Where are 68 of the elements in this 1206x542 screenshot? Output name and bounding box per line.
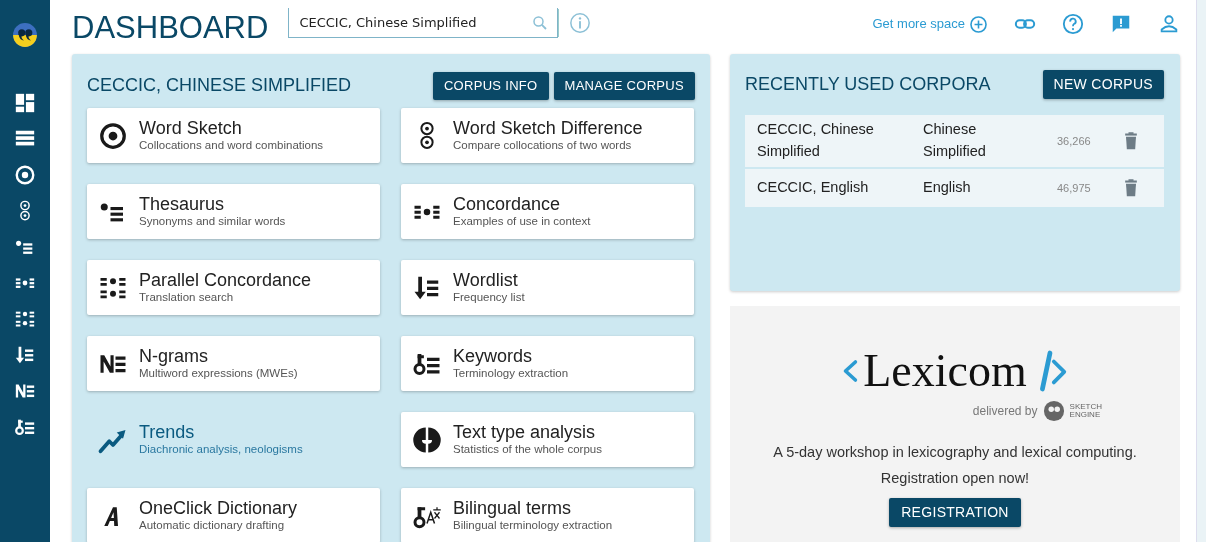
tool-title: Wordlist (453, 271, 519, 291)
registration-button[interactable]: REGISTRATION (889, 497, 1021, 527)
sort-list-icon[interactable] (14, 344, 36, 366)
corpus-name: CECCIC, Chinese Simplified (756, 120, 875, 162)
tool-title: Text type analysis (453, 423, 597, 443)
corpus-size: 36,266 (1056, 133, 1092, 149)
tool-title: Concordance (453, 195, 562, 215)
tool-tile[interactable]: Wordlist Frequency list (401, 260, 694, 316)
tool-title: Parallel Concordance (139, 271, 312, 291)
tool-tile[interactable]: Concordance Examples of use in context (401, 184, 694, 240)
tool-description: Statistics of the whole corpus (453, 442, 602, 457)
tool-description: Translation search (139, 290, 235, 305)
corpus-language: English (922, 178, 972, 197)
scrollbar[interactable] (1196, 0, 1206, 542)
brand-text: SKETCH (1069, 403, 1102, 411)
tool-description: Compare collocations of two words (453, 138, 633, 153)
tool-tile[interactable]: Thesaurus Synonyms and similar words (87, 184, 380, 240)
tool-tile[interactable]: Keywords Terminology extraction (401, 336, 694, 392)
event-logo-text: Lexicom (863, 348, 1027, 394)
tool-tile[interactable]: Word Sketch Difference Compare collocations of two words (401, 108, 694, 164)
tool-description: Frequency list (453, 290, 525, 305)
delivered-by-text: delivered by (972, 403, 1038, 420)
plus-circle-icon (969, 14, 988, 34)
tool-tile[interactable]: Word Sketch Collocations and word combinations (87, 108, 380, 164)
promo-subtext: Registration open now! (879, 468, 1031, 488)
page-title: DASHBOARD (72, 11, 269, 43)
corpus-button[interactable]: CORPUS INFO (432, 72, 549, 101)
sketch-engine-logo-icon (1042, 400, 1065, 422)
tool-description: Synonyms and similar words (139, 214, 286, 229)
tool-tile[interactable]: N-grams Multiword expressions (MWEs) (87, 336, 380, 392)
tool-tile[interactable]: OneClick Dictionary Automatic dictionary drafting (87, 488, 380, 542)
tool-title: Thesaurus (139, 195, 226, 215)
tool-tile[interactable]: Trends Diachronic analysis, neologisms (87, 412, 380, 468)
tool-description: Automatic dictionary drafting (139, 518, 286, 533)
target-icon (97, 120, 129, 151)
tool-title: Keywords (453, 347, 534, 367)
corpus-name: CECCIC, English (756, 178, 870, 197)
tool-title: Bilingual terms (453, 499, 573, 519)
tool-title: Word Sketch (139, 119, 243, 139)
corpus-button[interactable]: MANAGE CORPUS (553, 72, 695, 101)
tool-title: Word Sketch Difference (453, 119, 643, 139)
tool-description: Examples of use in context (453, 214, 591, 229)
tool-description: Diachronic analysis, neologisms (139, 442, 303, 457)
brand-text: ENGINE (1069, 411, 1102, 419)
tool-description: Multiword expressions (MWEs) (139, 366, 298, 381)
corpus-language: Chinese Simplified (922, 120, 987, 162)
tool-tile[interactable]: Parallel Concordance Translation search (87, 260, 380, 316)
tool-title: Trends (139, 423, 196, 443)
corpus-row[interactable]: CECCIC, Chinese Simplified Chinese Simplified 36,266 (745, 115, 1164, 169)
help-icon[interactable] (1062, 13, 1084, 35)
logo-icon (12, 22, 38, 48)
user-icon[interactable] (1158, 13, 1180, 35)
dashboard-icon[interactable] (14, 92, 36, 114)
corpus-size: 46,975 (1056, 180, 1092, 196)
promo-text: A 5-day workshop in lexicography and lexical computing. (772, 443, 1138, 462)
tool-description: Terminology extraction (453, 366, 569, 381)
new-corpus-button[interactable]: NEW CORPUS (1042, 70, 1164, 100)
corpus-row[interactable]: CECCIC, English English 46,975 (745, 168, 1164, 209)
tool-title: N-grams (139, 347, 209, 367)
tool-tile[interactable]: Text type analysis Statistics of the whole corpus (401, 412, 694, 468)
tool-title: OneClick Dictionary (139, 499, 298, 519)
panel-title: CECCIC, CHINESE SIMPLIFIED (87, 75, 352, 97)
tool-tile[interactable]: Bilingual terms Bilingual terminology extraction (401, 488, 694, 542)
panel-title: RECENTLY USED CORPORA (745, 73, 991, 96)
search-field[interactable]: CECCIC, Chinese Simplified (288, 8, 559, 38)
tool-description: Bilingual terminology extraction (453, 518, 613, 533)
tool-description: Collocations and word combinations (139, 138, 324, 153)
target-icon[interactable] (14, 164, 36, 186)
